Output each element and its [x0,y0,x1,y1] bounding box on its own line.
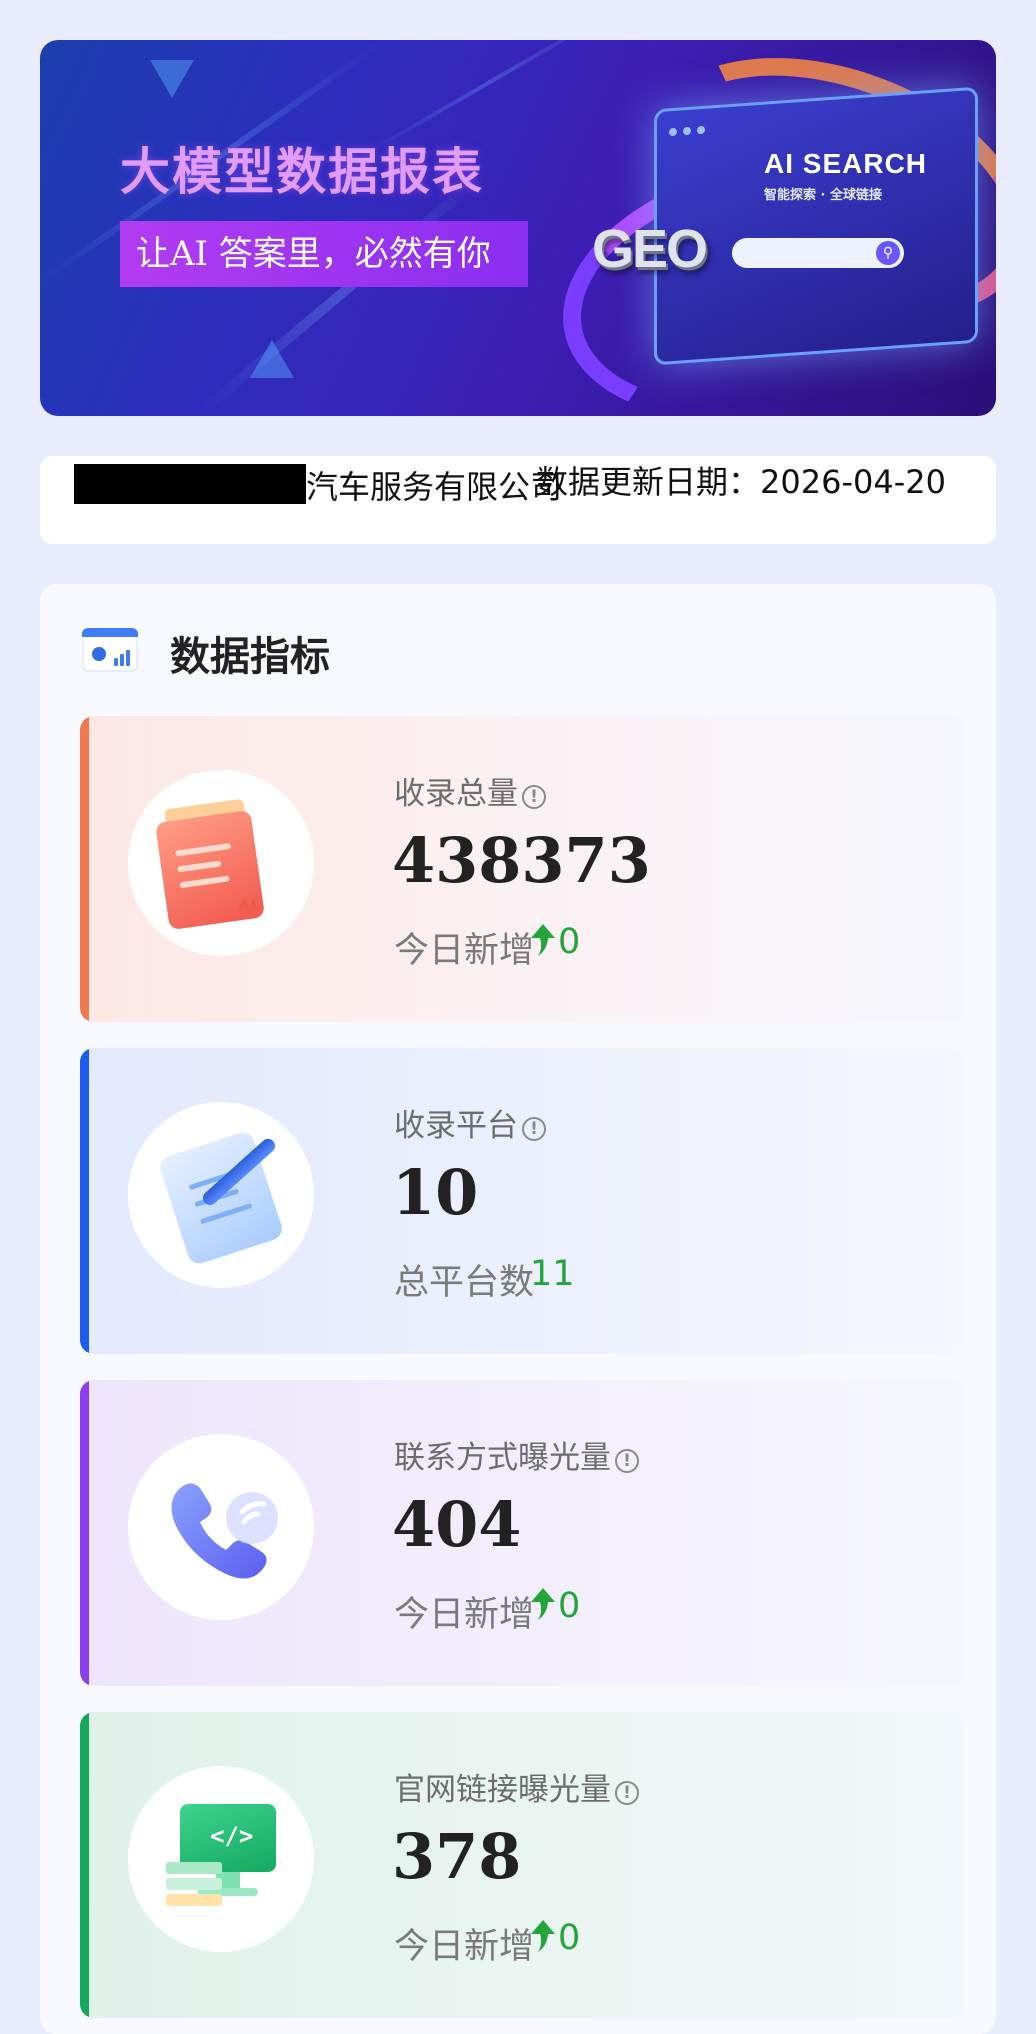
section-title: 数据指标 [170,634,330,680]
metric-delta: 0 [530,1918,580,1958]
hero-banner[interactable]: AI SEARCH 智能探索 · 全球链接 ⚲ GEO 大模型数据报表 让AI … [40,40,996,416]
geo-logo: GEO [592,219,708,279]
search-icon: ⚲ [876,241,900,265]
ai-search-tagline: 智能探索 · 全球链接 [764,188,882,203]
decor-triangle [250,340,294,378]
ai-search-title: AI SEARCH [764,148,928,179]
light-ray [198,175,482,415]
banner-search-bar: ⚲ [732,238,904,268]
metrics-panel: 数据指标 AI 收录总量! 438373 今日新增 0 收录平台! 10 总平台… [40,584,996,2034]
card-icon-circle: </> [128,1766,314,1952]
metric-value: 378 [392,1820,522,1893]
card-icon-circle: AI [128,770,314,956]
banner-title: 大模型数据报表 [120,143,484,201]
chart-icon [82,628,138,674]
metric-card-total-indexed[interactable]: AI 收录总量! 438373 今日新增 0 [80,716,964,1022]
trend-up-arrow-icon [531,924,555,956]
info-icon[interactable]: ! [615,1449,639,1473]
metric-delta: 0 [530,922,580,962]
metric-value: 404 [392,1488,522,1561]
phone-icon [171,1483,278,1579]
metric-sublabel: 今日新增 [394,1595,535,1635]
company-name: 汽车服务有限公司 [74,464,564,505]
metric-sublabel: 总平台数 [394,1263,535,1303]
trend-up-arrow-icon [531,1588,555,1620]
metric-card-website-exposure[interactable]: </> 官网链接曝光量! 378 今日新增 0 [80,1712,964,2018]
card-accent-stripe [80,1048,89,1354]
card-accent-stripe [80,716,89,1022]
update-date-label: 数据更新日期： [536,463,761,501]
card-icon-circle [128,1102,314,1288]
update-date-value: 2026-04-20 [760,463,946,501]
company-info-bar: 汽车服务有限公司 数据更新日期：2026-04-20 [40,456,996,544]
banner-subtitle: 让AI 答案里，必然有你 [120,221,528,287]
decor-triangle [150,60,194,98]
metric-delta: 0 [530,1586,580,1626]
trend-up-arrow-icon [531,1920,555,1952]
metric-card-platforms[interactable]: 收录平台! 10 总平台数 11 [80,1048,964,1354]
metric-value: 10 [392,1156,479,1229]
metric-label: 官网链接曝光量! [394,1764,639,1809]
metric-card-contact-exposure[interactable]: 联系方式曝光量! 404 今日新增 0 [80,1380,964,1686]
card-accent-stripe [80,1712,89,2018]
metric-label: 收录总量! [394,768,546,813]
metric-label: 联系方式曝光量! [394,1432,639,1477]
info-icon[interactable]: ! [615,1781,639,1805]
metric-label: 收录平台! [394,1100,546,1145]
metric-sublabel: 今日新增 [394,1927,535,1967]
card-icon-circle [128,1434,314,1620]
info-icon[interactable]: ! [522,785,546,809]
info-icon[interactable]: ! [522,1117,546,1141]
metric-value: 438373 [392,824,651,897]
metric-total: 11 [530,1254,575,1294]
card-accent-stripe [80,1380,89,1686]
update-date: 数据更新日期：2026-04-20 [536,464,976,500]
metric-sublabel: 今日新增 [394,931,535,971]
redaction-block [74,464,306,504]
